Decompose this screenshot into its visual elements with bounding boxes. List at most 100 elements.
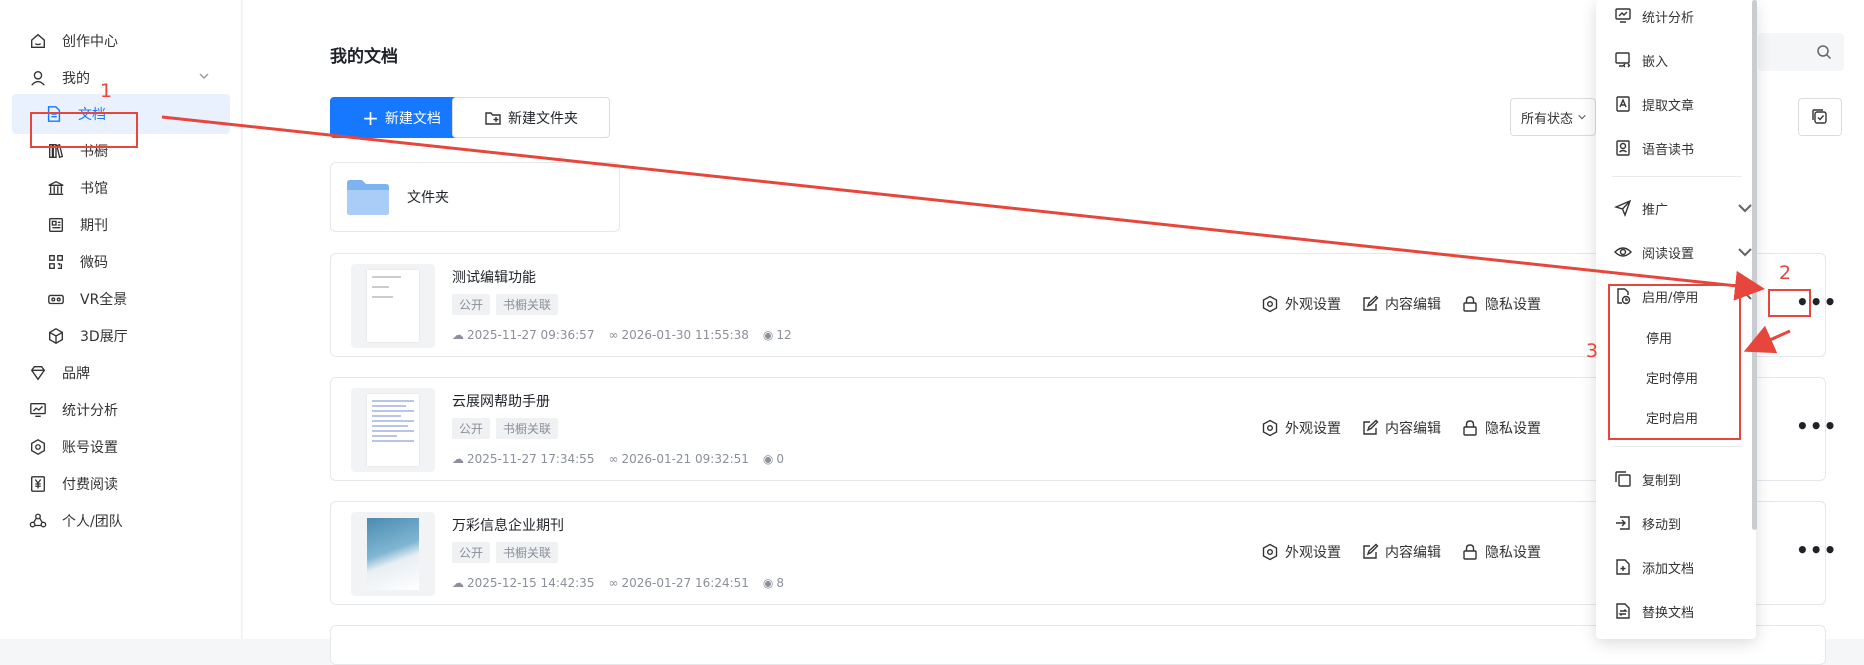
privacy-settings-button[interactable]: 隐私设置	[1461, 418, 1541, 438]
content-edit-button[interactable]: 内容编辑	[1361, 418, 1441, 438]
menu-item-add-document[interactable]: 添加文档	[1614, 555, 1694, 579]
sidebar-item-statistics[interactable]: 统计分析	[14, 390, 228, 430]
sidebar-item-label: VR全景	[80, 292, 128, 308]
thumbnail-page	[367, 270, 419, 342]
annotation-box-documents	[30, 112, 138, 148]
sidebar-item-label: 账号设置	[62, 440, 118, 456]
eye-icon: ◉	[762, 328, 774, 342]
menu-item-reading-settings[interactable]: 阅读设置	[1614, 240, 1752, 264]
sidebar-item-label: 付费阅读	[62, 477, 118, 493]
more-button[interactable]: •••	[1796, 540, 1836, 566]
tag-bookshelf-linked: 书橱关联	[496, 294, 559, 315]
sidebar-item-paid-reading[interactable]: 付费阅读	[14, 464, 228, 504]
sidebar-item-library[interactable]: 书馆	[14, 168, 228, 208]
move-icon	[1616, 516, 1630, 530]
folder-icon	[347, 180, 389, 215]
send-icon	[1614, 199, 1632, 217]
sidebar-item-creation-center[interactable]: 创作中心	[14, 21, 228, 61]
menu-item-extract-article[interactable]: 提取文章	[1614, 92, 1694, 116]
sidebar-item-label: 个人/团队	[62, 514, 123, 530]
appearance-settings-button[interactable]: 外观设置	[1261, 542, 1341, 562]
document-name[interactable]: 万彩信息企业期刊	[452, 515, 564, 535]
sidebar-item-3d-hall[interactable]: 3D展厅	[14, 316, 228, 356]
view-count: 8	[776, 576, 785, 590]
eye-icon: ◉	[762, 576, 774, 590]
batch-select-button[interactable]	[1798, 98, 1842, 136]
menu-item-promote[interactable]: 推广	[1614, 196, 1752, 220]
yen-icon	[28, 474, 48, 494]
chevron-down-icon	[1578, 114, 1586, 120]
created-time: 2025-12-15 14:42:35	[467, 576, 595, 590]
document-thumbnail[interactable]	[351, 264, 435, 348]
content-edit-button[interactable]: 内容编辑	[1361, 542, 1441, 562]
menu-item-label: 替换文档	[1642, 605, 1695, 621]
sidebar-item-mine[interactable]: 我的	[14, 58, 228, 98]
embed-icon	[1615, 52, 1631, 68]
privacy-settings-label: 隐私设置	[1485, 297, 1541, 313]
privacy-settings-button[interactable]: 隐私设置	[1461, 294, 1541, 314]
menu-item-replace-document[interactable]: 替换文档	[1614, 599, 1694, 623]
sidebar: 创作中心 我的 文档 书橱 书馆 期刊 微码 VR全景 3D展厅 品牌 统计分析	[0, 0, 242, 639]
document-meta: ☁ 2025-11-27 09:36:57 ∞ 2026-01-30 11:55:3…	[452, 328, 792, 342]
chevron-down-icon	[199, 73, 209, 79]
content-edit-button[interactable]: 内容编辑	[1361, 294, 1441, 314]
chart-icon	[1615, 8, 1631, 23]
tag-bookshelf-linked: 书橱关联	[496, 418, 559, 439]
annotation-box-submenu	[1608, 284, 1741, 440]
status-filter-value: 所有状态	[1521, 111, 1574, 127]
menu-item-embed[interactable]: 嵌入	[1614, 48, 1668, 72]
annotation-number-3: 3	[1586, 340, 1599, 362]
menu-item-voice-reading[interactable]: 语音读书	[1614, 136, 1694, 160]
lock-icon	[1463, 544, 1477, 560]
menu-scrollbar[interactable]	[1752, 0, 1757, 530]
appearance-settings-button[interactable]: 外观设置	[1261, 418, 1341, 438]
new-folder-button[interactable]: 新建文件夹	[452, 97, 610, 138]
sidebar-item-label: 统计分析	[62, 403, 118, 419]
folder-card[interactable]: 文件夹	[330, 162, 620, 232]
sidebar-item-label: 微码	[80, 255, 108, 271]
appearance-settings-button[interactable]: 外观设置	[1261, 294, 1341, 314]
journal-icon	[46, 215, 66, 235]
sidebar-item-journal[interactable]: 期刊	[14, 205, 228, 245]
content-edit-label: 内容编辑	[1385, 421, 1441, 437]
check-copy-icon	[1812, 109, 1827, 124]
document-thumbnail[interactable]	[351, 388, 435, 472]
document-tags: 公开 书橱关联	[452, 294, 559, 315]
menu-item-label: 统计分析	[1642, 10, 1695, 26]
lock-icon	[1463, 420, 1477, 436]
privacy-settings-label: 隐私设置	[1485, 421, 1541, 437]
document-thumbnail[interactable]	[351, 512, 435, 596]
view-count: 12	[776, 328, 792, 342]
copy-icon	[1615, 471, 1631, 487]
sidebar-item-qrcode[interactable]: 微码	[14, 242, 228, 282]
library-icon	[46, 178, 66, 198]
status-filter-select[interactable]: 所有状态	[1510, 98, 1596, 136]
menu-item-statistics[interactable]: 统计分析	[1614, 4, 1694, 28]
sidebar-item-vr[interactable]: VR全景	[14, 279, 228, 319]
sidebar-item-label: 品牌	[62, 366, 90, 382]
more-button[interactable]: •••	[1796, 416, 1836, 442]
tag-public: 公开	[452, 542, 491, 563]
content-edit-label: 内容编辑	[1385, 545, 1441, 561]
menu-item-copy-to[interactable]: 复制到	[1614, 467, 1681, 491]
extract-text-icon	[1616, 96, 1630, 112]
vr-icon	[46, 289, 66, 309]
search-input[interactable]	[1758, 33, 1844, 71]
replace-document-icon	[1616, 603, 1630, 619]
upload-icon: ☁	[452, 576, 464, 590]
document-name[interactable]: 云展网帮助手册	[452, 391, 550, 411]
document-name[interactable]: 测试编辑功能	[452, 267, 536, 287]
menu-item-move-to[interactable]: 移动到	[1614, 511, 1681, 535]
privacy-settings-button[interactable]: 隐私设置	[1461, 542, 1541, 562]
sidebar-item-brand[interactable]: 品牌	[14, 353, 228, 393]
sidebar-item-account-settings[interactable]: 账号设置	[14, 427, 228, 467]
home-icon	[28, 31, 48, 51]
tag-public: 公开	[452, 418, 491, 439]
page-title: 我的文档	[330, 47, 398, 67]
modified-time: 2026-01-21 09:32:51	[621, 452, 749, 466]
link-icon: ∞	[608, 452, 619, 466]
search-icon[interactable]	[1816, 44, 1832, 60]
sidebar-item-team[interactable]: 个人/团队	[14, 501, 228, 541]
sidebar-item-label: 3D展厅	[80, 329, 128, 345]
created-time: 2025-11-27 09:36:57	[467, 328, 595, 342]
